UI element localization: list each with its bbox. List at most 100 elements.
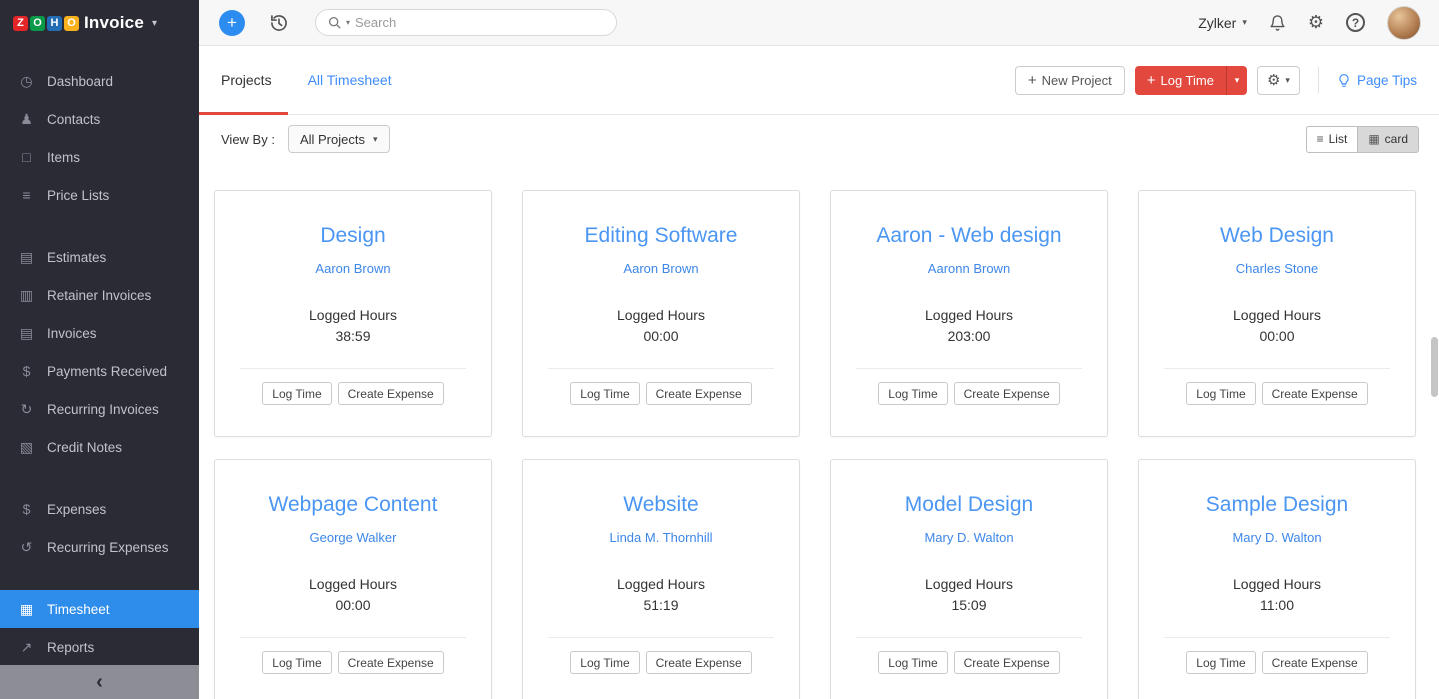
project-name[interactable]: Web Design [1139,223,1415,249]
project-name[interactable]: Design [215,223,491,249]
project-name[interactable]: Model Design [831,492,1107,518]
tab-all-timesheet[interactable]: All Timesheet [308,46,392,114]
create-expense-button[interactable]: Create Expense [954,651,1060,674]
view-toggle: ≡ List ▦ card [1306,126,1419,153]
divider [1164,637,1390,638]
sidebar-item-label: Payments Received [47,364,167,379]
log-time-button[interactable]: + Log Time [1135,66,1226,95]
log-time-button[interactable]: Log Time [1186,651,1255,674]
settings-gear-icon[interactable]: ⚙ [1308,12,1324,33]
sidebar-item-label: Recurring Invoices [47,402,159,417]
card-actions: Log Time Create Expense [1139,382,1415,405]
scrollbar-thumb[interactable] [1431,337,1438,397]
project-name[interactable]: Sample Design [1139,492,1415,518]
create-expense-button[interactable]: Create Expense [1262,651,1368,674]
page-settings-dropdown-button[interactable]: ⚙ ▾ [1257,66,1300,95]
project-name[interactable]: Website [523,492,799,518]
sidebar-item-expenses[interactable]: $ Expenses [0,490,199,528]
sidebar-item-credit-notes[interactable]: ▧ Credit Notes [0,428,199,466]
org-name: Zylker [1198,15,1236,31]
project-client[interactable]: Charles Stone [1139,261,1415,276]
list-view-button[interactable]: ≡ List [1306,126,1358,153]
list-view-icon: ≡ [1317,132,1324,146]
page-header: Projects All Timesheet + New Project + L… [199,46,1439,115]
plus-icon: + [1028,73,1037,88]
logged-hours-label: Logged Hours [215,576,491,592]
collapse-chevron-icon: ‹ [96,672,103,692]
sidebar-item-label: Timesheet [47,602,110,617]
project-client[interactable]: Linda M. Thornhill [523,530,799,545]
filter-row: View By : All Projects ▾ ≡ List ▦ card [199,115,1439,163]
search-input[interactable] [355,15,604,30]
project-client[interactable]: Aaron Brown [215,261,491,276]
card-actions: Log Time Create Expense [215,382,491,405]
logged-hours-label: Logged Hours [215,307,491,323]
project-name[interactable]: Editing Software [523,223,799,249]
project-client[interactable]: George Walker [215,530,491,545]
create-expense-button[interactable]: Create Expense [338,651,444,674]
page-tips-button[interactable]: Page Tips [1337,73,1417,88]
sidebar-item-price-lists[interactable]: ≡ Price Lists [0,176,199,214]
recent-history-icon[interactable] [269,13,289,33]
chevron-down-icon[interactable]: ▾ [152,18,157,29]
log-time-button[interactable]: Log Time [1186,382,1255,405]
sidebar-item-invoices[interactable]: ▤ Invoices [0,314,199,352]
quick-create-button[interactable]: + [219,10,245,36]
chevron-down-icon: ▾ [373,134,378,145]
log-time-button[interactable]: Log Time [262,382,331,405]
help-icon[interactable]: ? [1346,13,1365,32]
notifications-bell-icon[interactable] [1269,14,1286,32]
sidebar-item-recurring-expenses[interactable]: ↺ Recurring Expenses [0,528,199,566]
project-client[interactable]: Mary D. Walton [1139,530,1415,545]
log-time-button[interactable]: Log Time [878,651,947,674]
project-name[interactable]: Webpage Content [215,492,491,518]
card-actions: Log Time Create Expense [523,651,799,674]
sidebar-collapse-button[interactable]: ‹ [0,665,199,699]
sidebar-nav: ◷ Dashboard ♟ Contacts □ Items ≡ Price L… [0,62,199,666]
sidebar-item-items[interactable]: □ Items [0,138,199,176]
search-bar[interactable]: ▾ [315,9,617,36]
log-time-button[interactable]: Log Time [570,651,639,674]
create-expense-button[interactable]: Create Expense [646,651,752,674]
product-name: Invoice [84,13,144,33]
sidebar-item-reports[interactable]: ↗ Reports [0,628,199,666]
sidebar-item-timesheet[interactable]: ▦ Timesheet [0,590,199,628]
create-expense-button[interactable]: Create Expense [954,382,1060,405]
zoho-logo-tile: H [47,16,62,31]
log-time-button[interactable]: Log Time [262,651,331,674]
sidebar-item-payments-received[interactable]: $ Payments Received [0,352,199,390]
view-by-dropdown[interactable]: All Projects ▾ [288,125,390,153]
project-client[interactable]: Mary D. Walton [831,530,1107,545]
project-client[interactable]: Aaronn Brown [831,261,1107,276]
sidebar-item-contacts[interactable]: ♟ Contacts [0,100,199,138]
org-switcher[interactable]: Zylker ▾ [1198,15,1247,31]
new-project-button[interactable]: + New Project [1015,66,1125,95]
sidebar-item-dashboard[interactable]: ◷ Dashboard [0,62,199,100]
sidebar-item-estimates[interactable]: ▤ Estimates [0,238,199,276]
project-card-website: Website Linda M. Thornhill Logged Hours … [522,459,800,699]
zoho-logo-tile: Z [13,16,28,31]
log-time-button[interactable]: Log Time [570,382,639,405]
tab-projects[interactable]: Projects [221,46,272,114]
project-client[interactable]: Aaron Brown [523,261,799,276]
create-expense-button[interactable]: Create Expense [1262,382,1368,405]
project-card-sample-design: Sample Design Mary D. Walton Logged Hour… [1138,459,1416,699]
logged-hours-value: 38:59 [215,328,491,344]
logged-hours-value: 51:19 [523,597,799,613]
card-view-button[interactable]: ▦ card [1357,126,1419,153]
sidebar-item-recurring-invoices[interactable]: ↻ Recurring Invoices [0,390,199,428]
create-expense-button[interactable]: Create Expense [646,382,752,405]
header-actions: + New Project + Log Time ▾ ⚙ ▾ [1015,66,1417,95]
brand[interactable]: ZOHO Invoice ▾ [0,0,199,46]
log-time-button[interactable]: Log Time [878,382,947,405]
log-time-dropdown-button[interactable]: ▾ [1226,66,1247,95]
divider [1318,67,1319,93]
project-name[interactable]: Aaron - Web design [831,223,1107,249]
sidebar-item-retainer-invoices[interactable]: ▥ Retainer Invoices [0,276,199,314]
avatar[interactable] [1387,6,1421,40]
create-expense-button[interactable]: Create Expense [338,382,444,405]
expenses-icon: $ [18,501,35,517]
search-scope-caret-icon[interactable]: ▾ [346,18,350,27]
sidebar-item-label: Invoices [47,326,97,341]
divider [240,368,466,369]
